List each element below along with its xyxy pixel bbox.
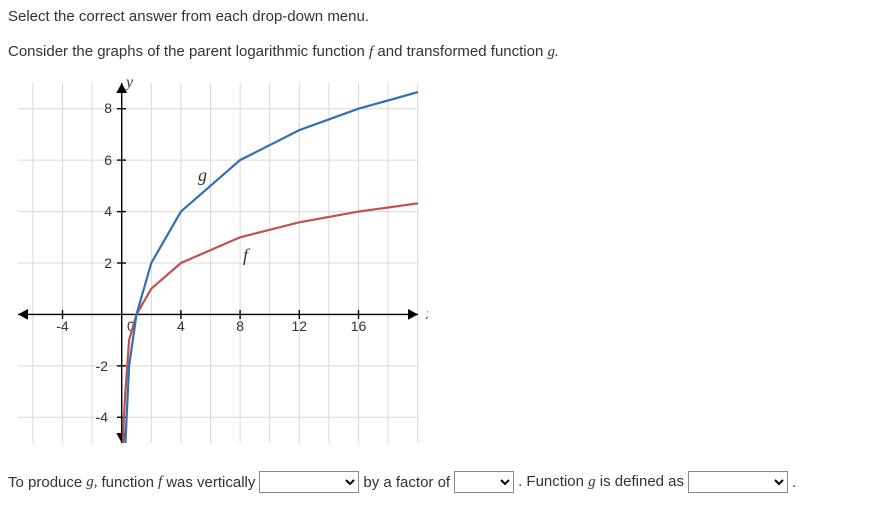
label-g: g <box>198 165 207 185</box>
xtick-4: 4 <box>177 318 185 334</box>
chart-container: -4 0 4 8 12 16 8 6 4 2 -2 -4 x y f g <box>8 73 428 453</box>
answer-sentence: To produce g, function f was vertically … <box>8 471 861 493</box>
instruction-text: Select the correct answer from each drop… <box>8 8 861 25</box>
ans-t1-post: was vertically <box>166 474 255 491</box>
dropdown-factor[interactable] <box>454 471 514 493</box>
chart-svg: -4 0 4 8 12 16 8 6 4 2 -2 -4 x y f g <box>8 73 428 453</box>
ytick-8: 8 <box>104 100 112 116</box>
y-axis-label: y <box>124 74 134 91</box>
chart-grid <box>18 83 418 443</box>
ans-t3-post: is defined as <box>596 473 684 490</box>
ytick-2: 2 <box>104 255 112 271</box>
prompt-text: Consider the graphs of the parent logari… <box>8 43 861 61</box>
ytick-4: 4 <box>104 203 112 219</box>
ans-t1-mid: function <box>101 474 154 491</box>
ans-t2: by a factor of <box>363 474 450 491</box>
xtick-12: 12 <box>292 318 308 334</box>
xtick-8: 8 <box>236 318 244 334</box>
ytick--2: -2 <box>96 358 109 374</box>
ans-t1-f: f <box>158 474 162 490</box>
ytick--4: -4 <box>96 409 109 425</box>
dropdown-vertical-transform[interactable] <box>259 471 359 493</box>
label-f: f <box>243 245 251 265</box>
ytick-6: 6 <box>104 152 112 168</box>
ans-period: . <box>792 474 796 491</box>
xtick--4: -4 <box>56 318 69 334</box>
curve-f <box>123 203 418 443</box>
prompt-pre: Consider the graphs of the parent logari… <box>8 43 369 60</box>
dropdown-definition[interactable] <box>688 471 788 493</box>
ans-t3-g: g <box>588 474 596 490</box>
xtick-16: 16 <box>351 318 367 334</box>
prompt-g: g. <box>547 44 558 60</box>
ans-t1-g: g, <box>86 474 97 490</box>
x-axis-label: x <box>425 306 428 323</box>
ans-t3-pre: . Function <box>518 473 588 490</box>
curve-g <box>125 92 418 443</box>
prompt-mid: and transformed function <box>373 43 547 60</box>
ans-t1-pre: To produce <box>8 474 82 491</box>
